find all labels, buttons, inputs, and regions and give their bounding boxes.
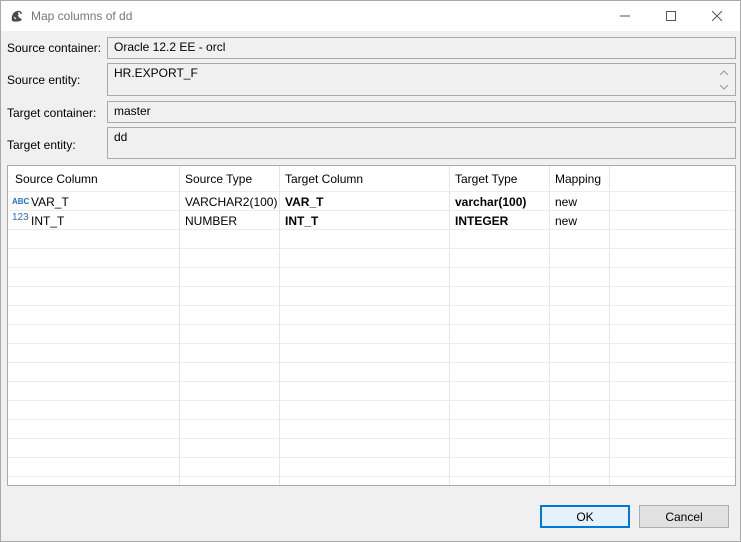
source-container-value: Oracle 12.2 EE - orcl: [114, 40, 226, 54]
row-divider: [8, 419, 735, 420]
row-divider: [8, 191, 735, 192]
source-column-cell: INT_T: [31, 214, 65, 228]
target-entity-value: dd: [114, 130, 128, 144]
close-icon: [712, 11, 722, 21]
number-type-icon: 123: [12, 212, 29, 223]
row-divider: [8, 438, 735, 439]
row-divider: [8, 476, 735, 477]
window-title: Map columns of dd: [31, 9, 133, 23]
string-type-icon: ABC: [12, 197, 30, 206]
row-divider: [8, 229, 735, 230]
source-container-field[interactable]: Oracle 12.2 EE - orcl: [107, 37, 736, 59]
target-container-value: master: [114, 104, 151, 118]
target-container-field[interactable]: master: [107, 101, 736, 123]
row-divider: [8, 210, 735, 211]
row-divider: [8, 457, 735, 458]
row-divider: [8, 362, 735, 363]
target-type-cell[interactable]: INTEGER: [455, 214, 508, 228]
mapping-cell[interactable]: new: [555, 214, 577, 228]
target-type-cell[interactable]: varchar(100): [455, 195, 526, 209]
source-column-cell: VAR_T: [31, 195, 69, 209]
cancel-button[interactable]: Cancel: [639, 505, 729, 528]
close-button[interactable]: [694, 1, 740, 31]
header-mapping[interactable]: Mapping: [555, 172, 601, 186]
maximize-icon: [666, 11, 676, 21]
minimize-button[interactable]: [602, 1, 648, 31]
row-divider: [8, 267, 735, 268]
target-entity-label: Target entity:: [7, 138, 76, 152]
row-divider: [8, 248, 735, 249]
source-entity-label: Source entity:: [7, 73, 81, 87]
scroll-up-arrow-icon[interactable]: [719, 67, 729, 77]
target-column-cell[interactable]: INT_T: [285, 214, 318, 228]
maximize-button[interactable]: [648, 1, 694, 31]
source-type-cell: NUMBER: [185, 214, 238, 228]
target-column-cell[interactable]: VAR_T: [285, 195, 323, 209]
mapping-cell[interactable]: new: [555, 195, 577, 209]
ok-button[interactable]: OK: [540, 505, 630, 528]
source-container-label: Source container:: [7, 41, 102, 55]
map-columns-dialog: Map columns of dd Source container: Orac…: [0, 0, 741, 542]
dbeaver-app-icon: [9, 8, 25, 24]
row-divider: [8, 343, 735, 344]
row-divider: [8, 286, 735, 287]
header-target-type[interactable]: Target Type: [455, 172, 517, 186]
row-divider: [8, 305, 735, 306]
row-divider: [8, 400, 735, 401]
row-divider: [8, 381, 735, 382]
column-mapping-table[interactable]: Source Column Source Type Target Column …: [7, 165, 736, 486]
scroll-down-arrow-icon[interactable]: [719, 82, 729, 92]
source-type-cell: VARCHAR2(100): [185, 195, 278, 209]
header-source-type[interactable]: Source Type: [185, 172, 252, 186]
row-divider: [8, 324, 735, 325]
minimize-icon: [620, 15, 630, 17]
source-entity-value: HR.EXPORT_F: [114, 66, 198, 80]
header-target-column[interactable]: Target Column: [285, 172, 363, 186]
target-container-label: Target container:: [7, 106, 97, 120]
title-bar[interactable]: Map columns of dd: [1, 1, 740, 31]
source-entity-field[interactable]: HR.EXPORT_F: [107, 63, 736, 96]
target-entity-field[interactable]: dd: [107, 127, 736, 159]
header-source-column[interactable]: Source Column: [15, 172, 98, 186]
